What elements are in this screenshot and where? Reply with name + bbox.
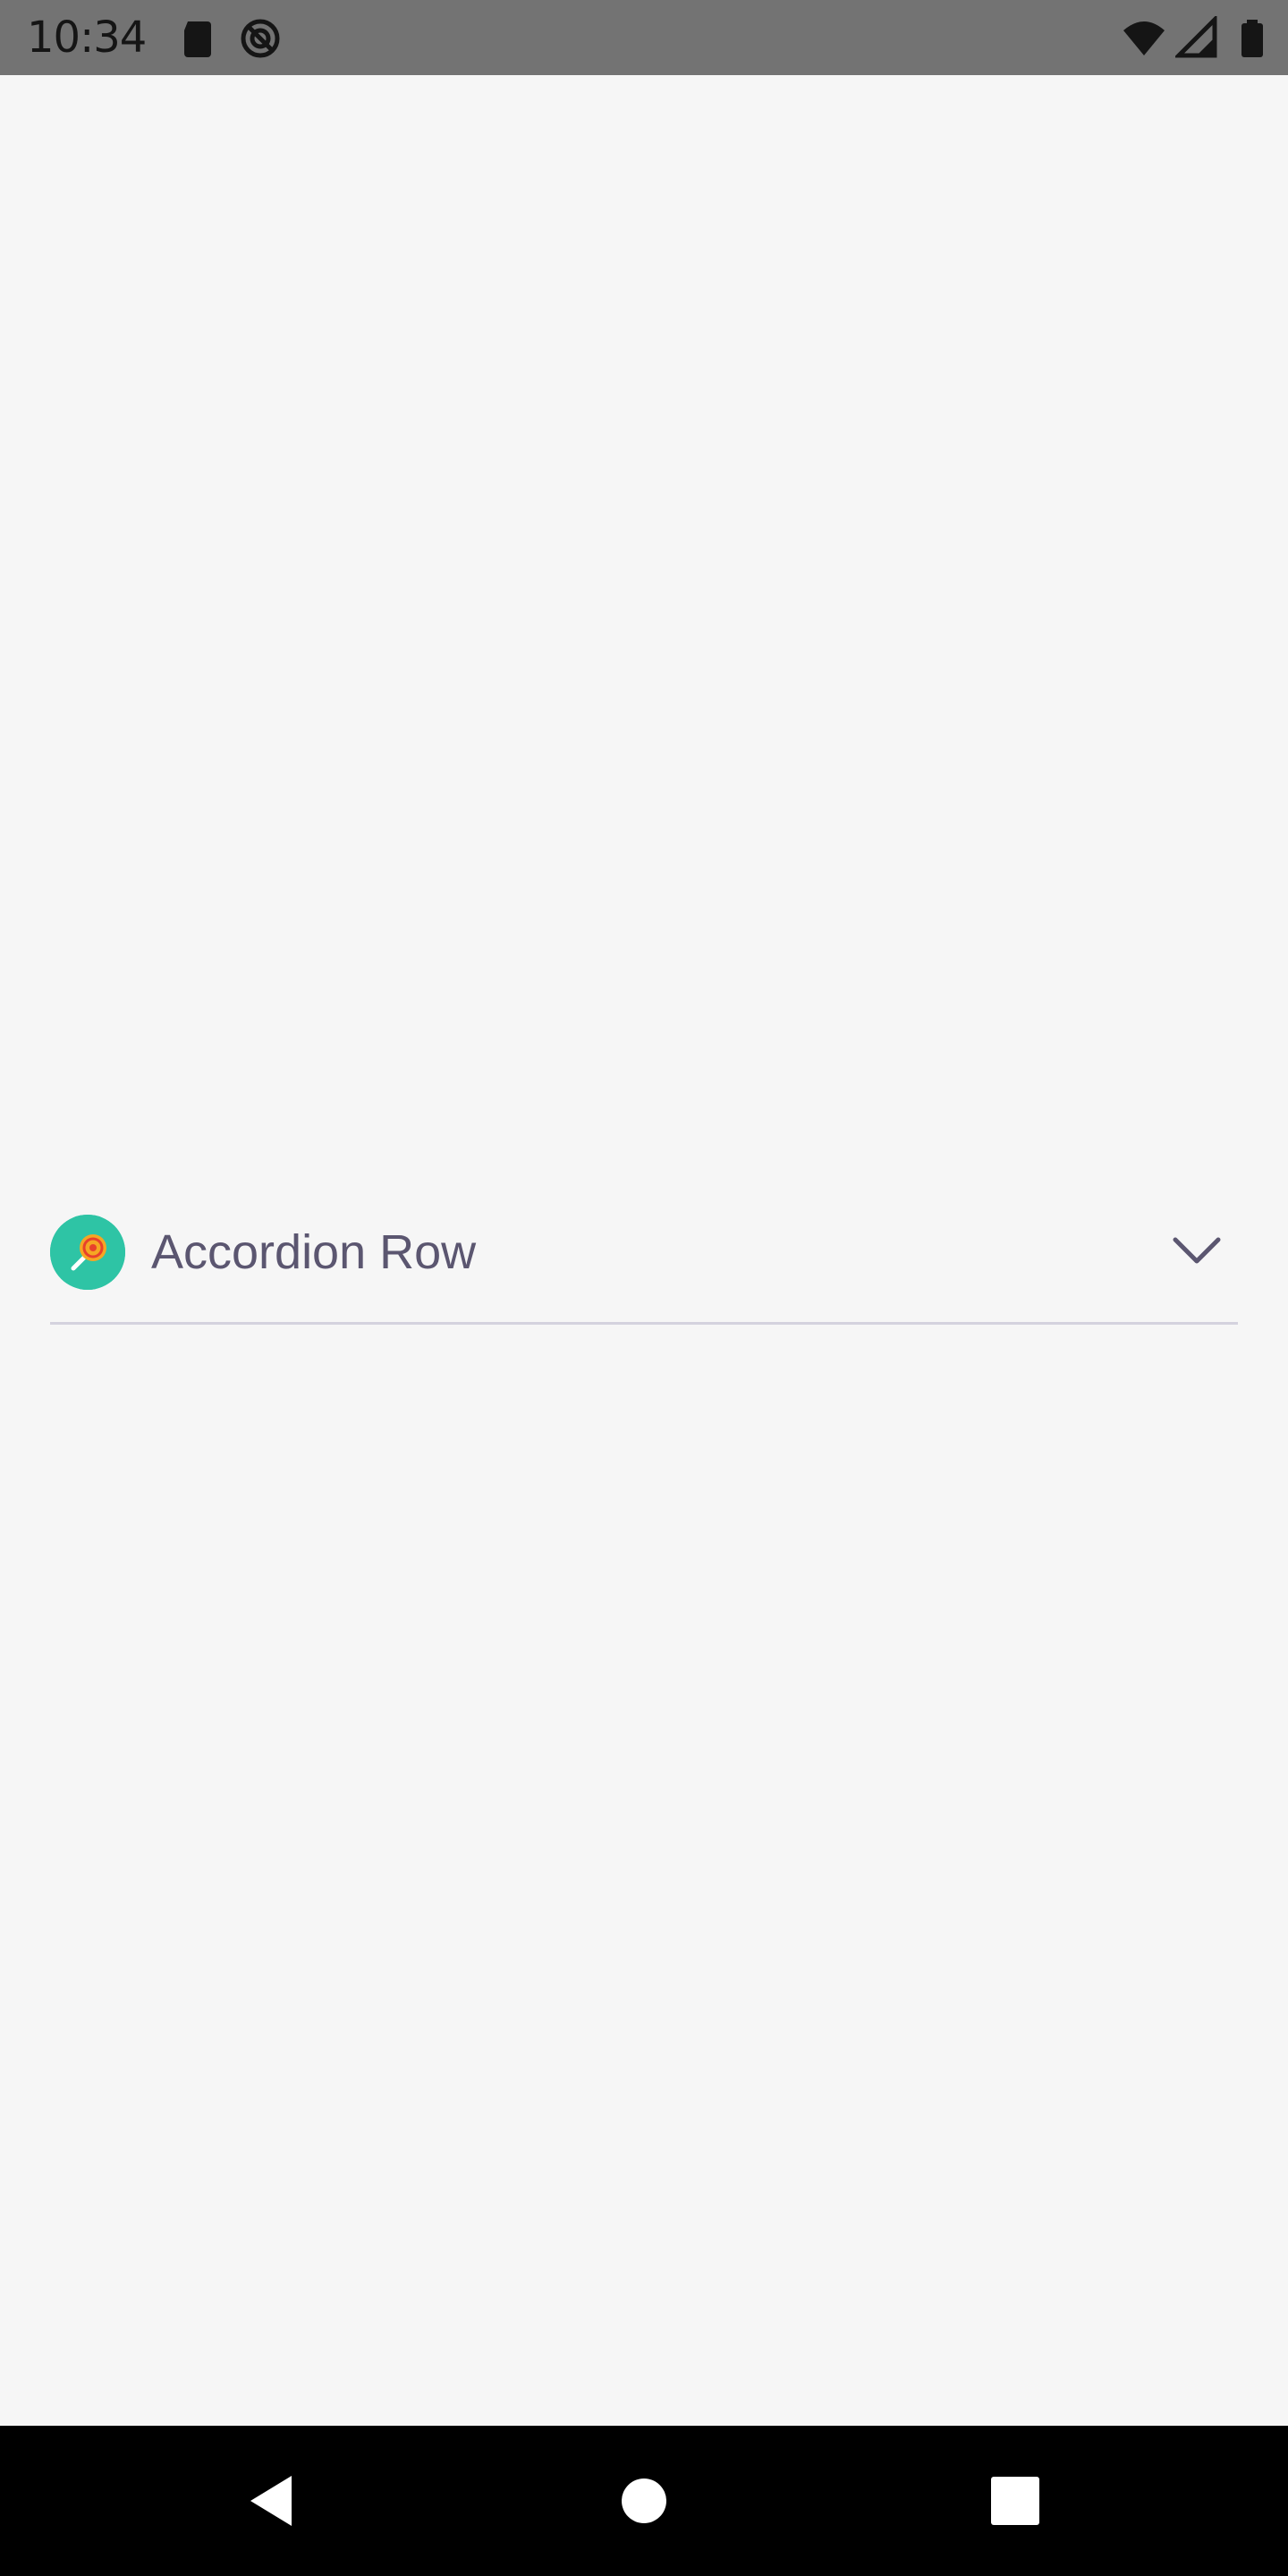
lollipop-icon — [50, 1215, 125, 1290]
wifi-icon — [1122, 16, 1166, 61]
signal-icon — [1173, 13, 1220, 61]
battery-icon — [1231, 16, 1275, 61]
status-time: 10:34 — [27, 13, 147, 63]
accordion-divider — [50, 1322, 1238, 1325]
navigation-bar — [0, 2426, 1288, 2576]
sync-icon — [238, 16, 283, 61]
sd-card-icon — [175, 16, 220, 61]
app-screen: 10:34 Accordion Row — [0, 0, 1288, 2576]
chevron-down-icon[interactable] — [1170, 1231, 1224, 1272]
accordion-label: Accordion Row — [151, 1225, 477, 1279]
back-icon[interactable] — [231, 2456, 320, 2546]
accordion-row[interactable]: Accordion Row — [50, 1204, 1238, 1326]
recents-icon[interactable] — [970, 2456, 1060, 2546]
status-bar: 10:34 — [0, 0, 1288, 75]
home-icon[interactable] — [599, 2456, 689, 2546]
